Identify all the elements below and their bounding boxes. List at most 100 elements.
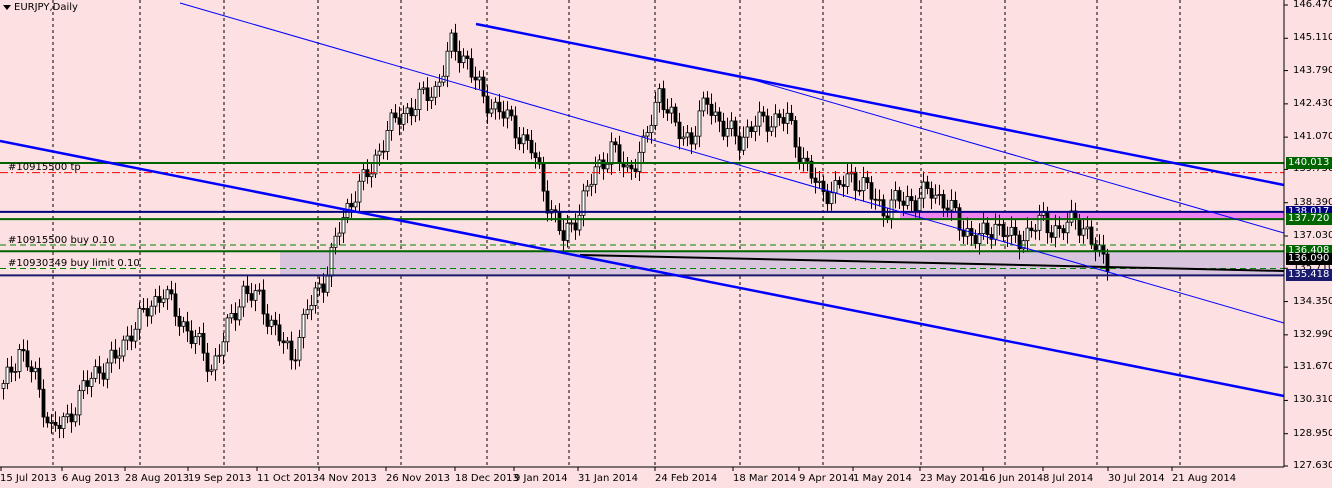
bull-candle (137, 308, 142, 330)
bear-candle (973, 235, 978, 244)
bull-candle (877, 199, 882, 202)
bull-candle (609, 141, 614, 165)
bear-candle (509, 109, 514, 117)
bull-candle (713, 111, 718, 116)
price-chart[interactable] (0, 0, 1332, 488)
bear-candle (953, 199, 958, 209)
x-tick-label: 18 Mar 2014 (733, 473, 797, 484)
bear-candle (273, 319, 278, 326)
bull-candle (845, 173, 850, 187)
bear-candle (749, 126, 754, 132)
bear-candle (1061, 228, 1066, 234)
bull-candle (801, 157, 806, 163)
bear-candle (485, 95, 490, 114)
bull-candle (121, 339, 126, 357)
bull-candle (373, 154, 378, 175)
bear-candle (1049, 232, 1054, 238)
bear-candle (873, 198, 878, 201)
bull-candle (209, 369, 214, 372)
bear-candle (901, 200, 906, 206)
bull-candle (229, 312, 234, 319)
chart-title: EURJPY,Daily (3, 2, 78, 13)
bear-candle (985, 222, 990, 235)
bear-candle (897, 190, 902, 202)
y-tick-label: 130.310 (1293, 394, 1332, 406)
bear-candle (9, 366, 14, 373)
bull-candle (369, 173, 374, 178)
bear-candle (321, 283, 326, 293)
bear-candle (141, 308, 146, 310)
dropdown-triangle-icon[interactable] (3, 5, 11, 10)
bull-candle (701, 97, 706, 112)
bull-candle (833, 180, 838, 194)
bear-candle (457, 51, 462, 64)
bull-candle (133, 328, 138, 342)
bull-candle (933, 194, 938, 199)
bull-candle (757, 111, 762, 127)
bull-candle (461, 55, 466, 64)
bull-candle (981, 222, 986, 234)
bear-candle (705, 97, 710, 105)
bear-candle (393, 112, 398, 119)
bull-candle (377, 150, 382, 156)
bull-candle (353, 201, 358, 208)
bull-candle (1037, 214, 1042, 231)
bear-candle (29, 366, 34, 373)
bull-candle (437, 81, 442, 87)
bear-candle (189, 330, 194, 344)
resistance-zone (900, 211, 1284, 220)
bull-candle (297, 337, 302, 361)
bull-candle (657, 88, 662, 103)
bear-candle (789, 112, 794, 121)
bear-candle (781, 117, 786, 124)
bear-candle (677, 121, 682, 140)
x-tick-label: 6 Aug 2013 (62, 473, 120, 484)
bull-candle (893, 190, 898, 201)
bull-candle (449, 32, 454, 52)
bull-candle (993, 223, 998, 240)
bear-candle (57, 424, 62, 429)
bear-candle (453, 32, 458, 52)
y-tick-label: 141.070 (1293, 131, 1332, 143)
bull-candle (729, 120, 734, 130)
bear-candle (497, 101, 502, 113)
bull-candle (313, 287, 318, 306)
bear-candle (913, 200, 918, 212)
bear-candle (205, 352, 210, 372)
bear-candle (21, 349, 26, 352)
bear-candle (797, 146, 802, 163)
bull-candle (333, 235, 338, 248)
bear-candle (617, 144, 622, 163)
bear-candle (541, 163, 546, 192)
bull-candle (753, 125, 758, 132)
bull-candle (937, 194, 942, 196)
bear-candle (277, 324, 282, 342)
bear-candle (201, 333, 206, 354)
bear-candle (53, 422, 58, 426)
y-tick-label: 146.470 (1293, 0, 1332, 10)
bear-candle (881, 199, 886, 217)
bull-candle (81, 380, 86, 392)
bull-candle (385, 130, 390, 152)
bear-candle (633, 168, 638, 172)
bull-candle (433, 85, 438, 98)
bull-candle (1009, 226, 1014, 236)
bull-candle (649, 124, 654, 134)
order-label-buy: #10915500 buy 0.10 (8, 235, 115, 246)
y-tick-label: 132.990 (1293, 328, 1332, 340)
bull-candle (165, 289, 170, 300)
bear-candle (45, 416, 50, 424)
bull-candle (817, 180, 822, 183)
bear-candle (289, 340, 294, 361)
bull-candle (1081, 228, 1086, 236)
bull-candle (337, 232, 342, 237)
bear-candle (145, 308, 150, 317)
bull-candle (161, 298, 166, 303)
bear-candle (721, 120, 726, 137)
price-tag: 136.090 (1286, 252, 1332, 265)
bear-candle (397, 117, 402, 125)
bear-candle (533, 152, 538, 159)
y-tick-label: 134.350 (1293, 295, 1332, 307)
bear-candle (1105, 253, 1110, 272)
bull-candle (585, 185, 590, 192)
